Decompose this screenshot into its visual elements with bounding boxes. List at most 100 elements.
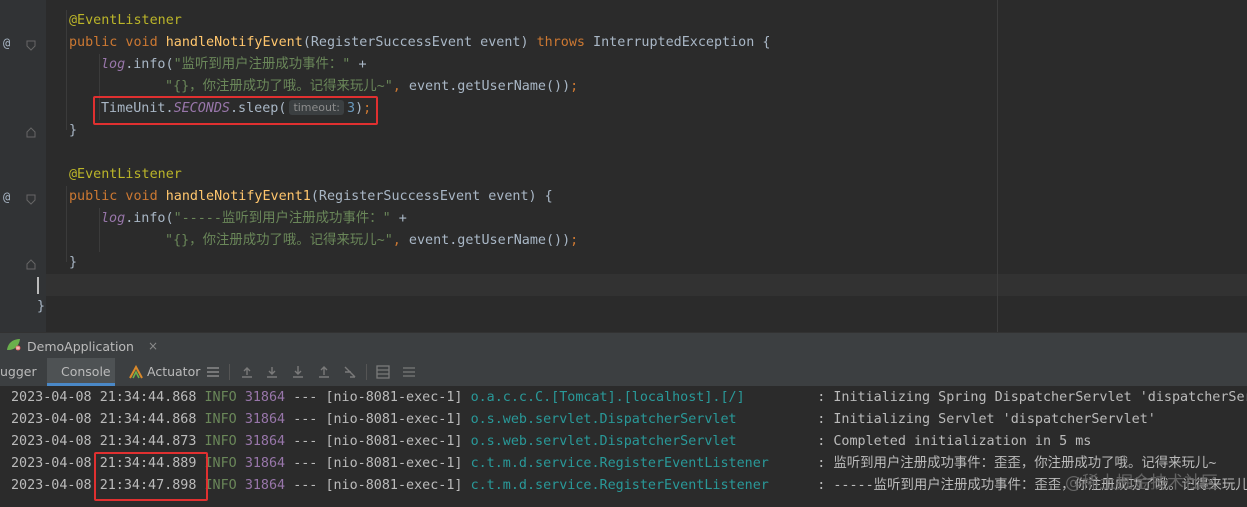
log-thread: [nio-8081-exec-1] <box>325 456 471 471</box>
log-date: 2023-04-08 <box>11 390 100 405</box>
fold-end-icon[interactable] <box>25 127 37 139</box>
code-line[interactable]: "{}，你注册成功了哦。记得来玩儿~", event.getUserName()… <box>165 230 578 252</box>
code-token: "监听到用户注册成功事件：" <box>173 57 359 72</box>
code-line[interactable]: } <box>37 296 45 318</box>
upload-icon[interactable] <box>317 365 331 379</box>
code-token: public void <box>69 189 166 204</box>
highlight-box-sleep-call <box>93 96 378 125</box>
log-logger: o.s.web.servlet.DispatcherServlet <box>470 434 818 449</box>
log-thread: [nio-8081-exec-1] <box>325 390 471 405</box>
log-line[interactable]: 2023-04-08 21:34:44.868 INFO 31864 --- [… <box>11 387 1247 409</box>
run-config-label: DemoApplication <box>27 338 134 354</box>
code-token: + <box>398 211 407 226</box>
code-token: , <box>392 233 409 248</box>
tab-debugger[interactable]: ugger <box>0 358 37 386</box>
code-line[interactable]: } <box>69 120 77 142</box>
log-separator: --- <box>293 434 326 449</box>
code-token: ; <box>570 233 579 248</box>
log-pid: 31864 <box>244 412 294 427</box>
clear-filter-icon[interactable] <box>343 365 357 379</box>
right-margin-guide <box>997 0 998 332</box>
toolbar-separator <box>366 364 367 380</box>
code-token: (RegisterSuccessEvent event) <box>302 35 537 50</box>
toolbar-separator <box>229 364 230 380</box>
code-token: throws <box>536 35 594 50</box>
code-token: "-----监听到用户注册成功事件：" <box>173 211 399 226</box>
highlight-box-timestamps <box>94 452 208 501</box>
code-token: log <box>101 57 126 72</box>
code-line[interactable]: "{}，你注册成功了哦。记得来玩儿~", event.getUserName()… <box>165 76 578 98</box>
log-logger: o.s.web.servlet.DispatcherServlet <box>470 412 818 427</box>
log-separator: --- <box>293 456 326 471</box>
code-token: @EventListener <box>69 167 182 182</box>
code-line[interactable]: @EventListener <box>69 164 182 186</box>
log-time: 21:34:44.873 <box>99 434 205 449</box>
log-message: : Completed initialization in 5 ms <box>817 434 1092 449</box>
indent-guide <box>66 10 67 130</box>
scroll-down-icon[interactable] <box>265 365 279 379</box>
code-token: handleNotifyEvent1 <box>165 189 311 204</box>
log-level: INFO <box>204 434 245 449</box>
code-token: event.getUserName()) <box>408 233 571 248</box>
indent-guide <box>99 208 100 252</box>
editor-gutter: @ @ <box>0 0 46 332</box>
tab-console[interactable]: Console <box>61 358 111 386</box>
actuator-icon <box>128 365 143 379</box>
table-icon[interactable] <box>376 365 390 379</box>
log-thread: [nio-8081-exec-1] <box>325 478 471 493</box>
log-logger: c.t.m.d.service.RegisterEventListener <box>470 478 818 493</box>
log-time: 21:34:44.868 <box>99 412 205 427</box>
override-marker[interactable]: @ <box>3 189 17 205</box>
log-pid: 31864 <box>244 390 294 405</box>
log-level: INFO <box>204 478 245 493</box>
code-token: "{}，你注册成功了哦。记得来玩儿~" <box>165 79 393 94</box>
log-logger: o.a.c.c.C.[Tomcat].[localhost].[/] <box>470 390 818 405</box>
log-line[interactable]: 2023-04-08 21:34:44.873 INFO 31864 --- [… <box>11 431 1091 453</box>
fold-icon[interactable] <box>25 39 37 51</box>
code-line[interactable]: public void handleNotifyEvent(RegisterSu… <box>69 32 770 54</box>
code-token: , <box>392 79 409 94</box>
log-separator: --- <box>293 478 326 493</box>
override-marker[interactable]: @ <box>3 35 17 51</box>
tab-console-active[interactable]: Console <box>47 358 115 386</box>
code-token: } <box>69 123 78 138</box>
log-pid: 31864 <box>244 434 294 449</box>
scroll-up-icon[interactable] <box>240 365 254 379</box>
download-icon[interactable] <box>291 365 305 379</box>
log-message: : Initializing Servlet 'dispatcherServle… <box>817 412 1156 427</box>
log-thread: [nio-8081-exec-1] <box>325 412 471 427</box>
indent-guide <box>66 186 67 262</box>
log-date: 2023-04-08 <box>11 412 100 427</box>
current-line-highlight <box>46 274 1247 296</box>
text-caret <box>37 277 39 294</box>
code-token: + <box>358 57 367 72</box>
code-editor[interactable]: @ @ @EventListener public void handleNoti… <box>0 0 1247 332</box>
log-pid: 31864 <box>244 478 294 493</box>
list-icon[interactable] <box>402 365 416 379</box>
code-token: InterruptedException { <box>593 35 771 50</box>
log-separator: --- <box>293 412 326 427</box>
log-date: 2023-04-08 <box>11 434 100 449</box>
code-token: ; <box>570 79 579 94</box>
code-line[interactable]: public void handleNotifyEvent1(RegisterS… <box>69 186 553 208</box>
log-time: 21:34:44.868 <box>99 390 205 405</box>
code-line[interactable]: log.info("监听到用户注册成功事件：" + <box>101 54 367 76</box>
log-line[interactable]: 2023-04-08 21:34:44.868 INFO 31864 --- [… <box>11 409 1156 431</box>
close-icon[interactable]: × <box>148 339 158 353</box>
log-separator: --- <box>293 390 326 405</box>
code-line[interactable]: } <box>69 252 77 274</box>
menu-icon[interactable] <box>206 365 220 379</box>
log-pid: 31864 <box>244 456 294 471</box>
code-line[interactable]: @EventListener <box>69 10 182 32</box>
fold-icon[interactable] <box>25 193 37 205</box>
code-token: "{}，你注册成功了哦。记得来玩儿~" <box>165 233 393 248</box>
log-level: INFO <box>204 456 245 471</box>
code-token: log <box>101 211 126 226</box>
code-token: } <box>69 255 78 270</box>
code-line[interactable]: log.info("-----监听到用户注册成功事件：" + <box>101 208 407 230</box>
code-token: .info( <box>125 57 174 72</box>
fold-end-icon[interactable] <box>25 259 37 271</box>
run-config-tab[interactable]: DemoApplication × <box>6 336 158 356</box>
tab-actuator[interactable]: Actuator <box>147 358 200 386</box>
run-tool-window-header: DemoApplication × <box>0 332 1247 359</box>
